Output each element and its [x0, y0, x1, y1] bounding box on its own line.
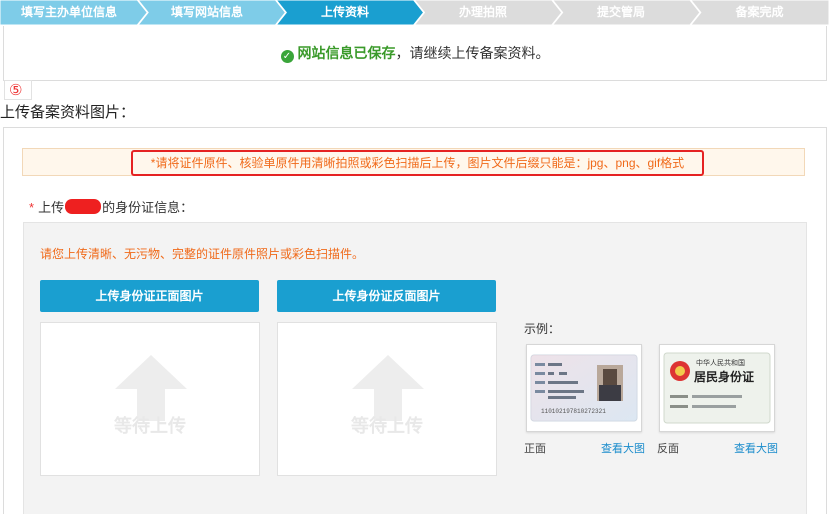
upload-id-front-button[interactable]: 上传身份证正面图片: [40, 280, 259, 312]
id-back-preview[interactable]: 等待上传: [277, 322, 497, 476]
check-circle-icon: ✓: [280, 50, 294, 63]
waiting-upload-text: 等待上传: [114, 416, 186, 436]
saved-message: ✓ 网站信息已保存，请继续上传备案资料。: [4, 43, 826, 63]
saved-highlight: 网站信息已保存: [297, 45, 396, 61]
waiting-upload-text: 等待上传: [351, 416, 423, 436]
view-large-back-link[interactable]: 查看大图: [734, 440, 778, 456]
section-title: 上传备案资料图片：: [0, 104, 136, 121]
id-front-preview[interactable]: 等待上传: [40, 322, 260, 476]
upload-hint: 请您上传清晰、无污物、完整的证件原件照片或彩色扫描件。: [40, 247, 365, 261]
annotation-number: ⑤: [4, 80, 32, 100]
sample-country: 中华人民共和国: [696, 358, 745, 367]
id-back-sample-graphic: 中华人民共和国 居民身份证: [663, 352, 771, 424]
view-large-front-link[interactable]: 查看大图: [601, 440, 645, 456]
upload-id-back-button[interactable]: 上传身份证反面图片: [277, 280, 496, 312]
step-fill-site-info: 填写网站信息: [170, 5, 243, 19]
id-front-sample-image[interactable]: 110102197810272321: [526, 344, 642, 432]
front-caption: 正面: [524, 443, 546, 455]
saved-rest: ，请继续上传备案资料。: [395, 45, 550, 61]
id-back-sample-image[interactable]: 中华人民共和国 居民身份证: [659, 344, 775, 432]
step-upload-materials: 上传资料: [320, 5, 369, 19]
progress-stepbar: 填写主办单位信息 填写网站信息 上传资料 办理拍照 提交管局 备案完成: [0, 0, 829, 25]
required-mark: *: [29, 200, 35, 215]
step-photo: 办理拍照: [458, 5, 507, 19]
id-front-sample-graphic: 110102197810272321: [530, 354, 638, 422]
redacted-name: [65, 199, 102, 214]
id-upload-prefix: 上传: [38, 200, 65, 215]
step-complete: 备案完成: [735, 5, 784, 19]
notice-text: *请将证件原件、核验单原件用清晰拍照或彩色扫描后上传，图片文件后缀只能是：jpg…: [131, 150, 704, 176]
sample-id-number: 110102197810272321: [541, 408, 606, 415]
step-submit: 提交管局: [596, 5, 645, 19]
id-upload-label: * 上传 的身份证信息：: [29, 197, 193, 216]
step-fill-host-info: 填写主办单位信息: [20, 5, 117, 19]
sample-card-title: 居民身份证: [694, 369, 754, 384]
example-label: 示例：: [524, 322, 561, 336]
back-caption: 反面: [657, 443, 679, 455]
id-upload-suffix: 的身份证信息：: [102, 200, 194, 215]
saved-message-panel: ✓ 网站信息已保存，请继续上传备案资料。: [3, 26, 827, 81]
